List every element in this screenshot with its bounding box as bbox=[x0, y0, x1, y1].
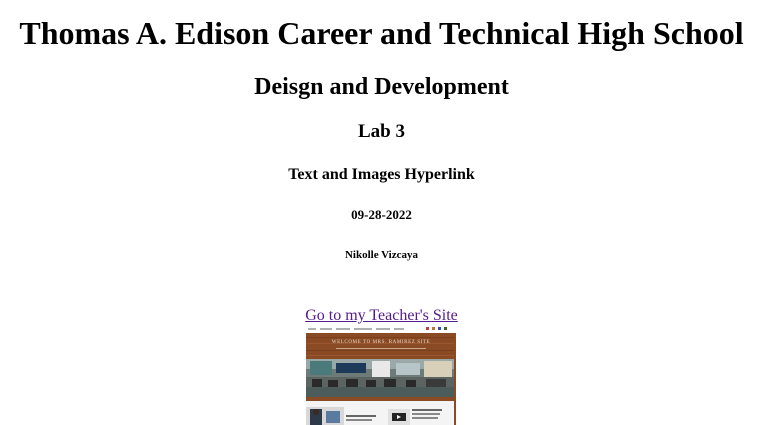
course-title: Deisgn and Development bbox=[254, 74, 509, 100]
lab-subtitle: Text and Images Hyperlink bbox=[288, 166, 475, 183]
school-title: Thomas A. Edison Career and Technical Hi… bbox=[19, 15, 744, 51]
date-heading: 09-28-2022 bbox=[351, 207, 412, 222]
teacher-site-thumbnail: WELCOME TO MRS. RAMIREZ SITE bbox=[306, 325, 456, 425]
thumbnail-banner-text: WELCOME TO MRS. RAMIREZ SITE bbox=[332, 340, 430, 345]
lab-title: Lab 3 bbox=[358, 121, 405, 142]
teacher-site-link-block: Go to my Teacher's Site bbox=[0, 306, 763, 325]
teacher-site-image-link[interactable]: WELCOME TO MRS. RAMIREZ SITE bbox=[306, 325, 456, 425]
author-name: Nikolle Vizcaya bbox=[344, 249, 419, 261]
page: Thomas A. Edison Career and Technical Hi… bbox=[0, 0, 763, 425]
teacher-site-link[interactable]: Go to my Teacher's Site bbox=[305, 307, 458, 324]
